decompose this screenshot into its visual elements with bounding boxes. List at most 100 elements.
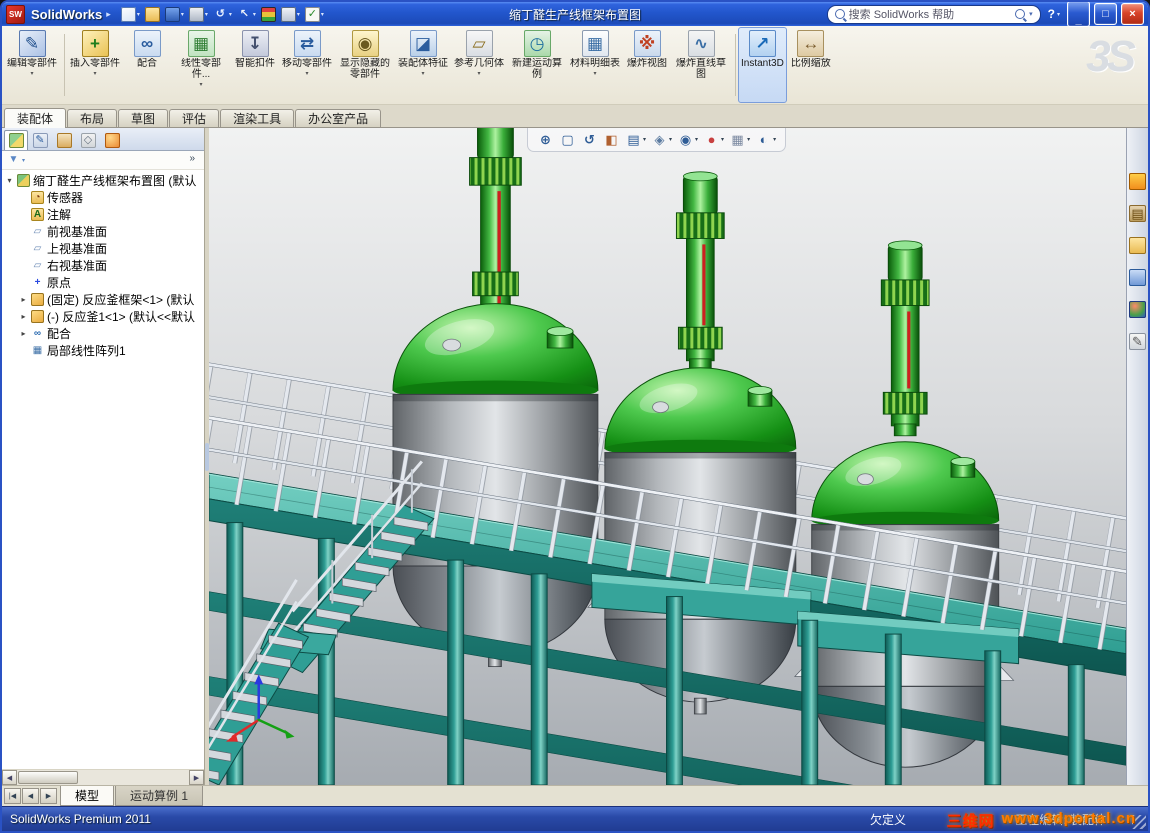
tree-item[interactable]: ▱ 前视基准面 [2,223,204,240]
view-tool-button[interactable]: ▢ ▾ [559,131,576,148]
panel-tab[interactable]: ◇ [76,130,100,150]
ribbon-tab-label: 装配体 [17,112,54,126]
view-tool-button[interactable]: ▤ ▾ [625,131,646,148]
panel-tab[interactable] [100,130,124,150]
view-tool-button[interactable]: ◉ ▾ [677,131,698,148]
quick-access-button[interactable]: ↖ ▾ [235,6,258,23]
ribbon-tab[interactable]: 评估 [169,109,220,127]
toolbar-button-label: 新建运动算例 [512,58,562,80]
view-tool-button[interactable]: ◐ ▾ [755,131,776,148]
close-button[interactable]: × [1121,3,1144,25]
task-pane-button[interactable] [1128,172,1147,191]
panel-tab[interactable] [4,130,28,150]
dropdown-caret-icon: ▾ [93,71,97,77]
tree-item[interactable]: ◔ 传感器 [2,189,204,206]
view-tool-button[interactable]: ⊕ ▾ [537,131,554,148]
tree-item[interactable]: ∞ 配合 [2,325,204,342]
select-arrow-icon: ↖ [239,7,249,20]
sheet-nav-button[interactable]: |◀ [4,788,21,804]
task-pane-button[interactable]: ✎ [1128,332,1147,351]
sheet-nav-button[interactable]: ▶ [40,788,57,804]
expand-caret-icon[interactable] [19,295,28,304]
tree-item[interactable]: (-) 反应釜1<1> (默认<<默认 [2,308,204,325]
scroll-right-button[interactable]: ▶ [189,770,204,785]
tree-item-label: 原点 [47,276,72,290]
sheet-tab[interactable]: 模型 [60,786,115,806]
menu-expand-arrow-icon[interactable]: ▸ [106,9,111,20]
dropdown-caret-icon[interactable]: ▾ [1029,10,1033,18]
tree-item[interactable]: ▱ 右视基准面 [2,257,204,274]
view-tool-button[interactable]: ● ▾ [703,131,724,148]
bom-icon: ▦ [581,30,609,57]
toolbar-button[interactable]: ◉ 显示隐藏的零部件 ▾ [335,27,395,103]
quick-access-button[interactable]: ▾ [143,6,162,23]
toolbar-button[interactable]: ↔ 比例缩放 ▾ [787,27,835,103]
mate-icon: ∞ [133,30,161,57]
panel-scrollbar[interactable]: ◀ ▶ [2,769,204,785]
toolbar-button[interactable]: ∞ 配合 ▾ [123,27,171,103]
scrollbar-track[interactable] [17,770,189,785]
titlebar[interactable]: SW SolidWorks ▸ ▾ ▾ ▾ ▾ [2,2,1148,27]
new-motion-study-icon: ◷ [523,30,551,57]
search-icon[interactable] [1015,9,1026,19]
restore-button[interactable]: □ [1094,3,1117,25]
task-pane: ▤ ✎ [1126,128,1148,785]
tree-item[interactable]: (固定) 反应釜框架<1> (默认 [2,291,204,308]
feature-tree-root[interactable]: 缩丁醛生产线框架布置图 (默认 [2,172,204,189]
toolbar-button[interactable]: ✎ 编辑零部件 ▾ [4,27,60,103]
quick-access-button[interactable]: ▾ [259,6,278,23]
property-manager-tab-icon: ✎ [32,133,48,148]
scrollbar-thumb[interactable] [18,771,78,784]
tree-item[interactable]: ▦ 局部线性阵列1 [2,342,204,359]
panel-tab[interactable] [52,130,76,150]
task-pane-button[interactable] [1128,300,1147,319]
ribbon-tab[interactable]: 装配体 [4,108,67,128]
toolbar-button[interactable]: ⇄ 移动零部件 ▾ [279,27,335,103]
quick-access-button[interactable]: ▾ [187,6,210,23]
toolbar-button[interactable]: ↧ 智能扣件 ▾ [231,27,279,103]
quick-access-button[interactable]: ▾ [119,6,142,23]
expand-caret-icon[interactable] [5,176,14,185]
help-button[interactable]: ? ▾ [1045,7,1063,21]
ribbon-tab[interactable]: 渲染工具 [220,109,295,127]
ribbon-tab[interactable]: 布局 [67,109,118,127]
tree-item[interactable]: ▱ 上视基准面 [2,240,204,257]
quick-access-button[interactable]: ✓ ▾ [303,6,326,23]
sheet-nav-button[interactable]: ◀ [22,788,39,804]
expand-caret-icon[interactable] [19,312,28,321]
graphics-viewport[interactable]: ⊕ ▾ ▢ ▾ ↺ ▾ ◧ ▾ ▤ ▾ ◈ [209,128,1126,785]
task-pane-button[interactable] [1128,236,1147,255]
task-pane-button[interactable]: ▤ [1128,204,1147,223]
toolbar-button[interactable]: ◷ 新建运动算例 ▾ [507,27,567,103]
toolbar-button[interactable]: ◪ 装配体特征 ▾ [395,27,451,103]
view-tool-button[interactable]: ▦ ▾ [729,131,750,148]
dropdown-caret-icon[interactable]: ▾ [22,157,25,164]
quick-access-button[interactable]: ▾ [163,6,186,23]
ribbon-tab[interactable]: 办公室产品 [295,109,382,127]
toolbar-button[interactable]: ▦ 材料明细表 ▾ [567,27,623,103]
view-tool-button[interactable]: ◈ ▾ [651,131,673,148]
3d-scene[interactable] [209,128,1126,785]
quick-access-button[interactable]: ↺ ▾ [211,6,234,23]
toolbar-button[interactable]: + 插入零部件 ▾ [64,27,123,103]
filter-icon[interactable]: ▼ [7,154,20,167]
quick-access-button[interactable]: ▾ [279,6,302,23]
panel-tab[interactable]: ✎ [28,130,52,150]
minimize-button[interactable]: _ [1067,2,1090,27]
view-tool-button[interactable]: ↺ ▾ [581,131,598,148]
ribbon-tab[interactable]: 草图 [118,109,169,127]
view-tool-button[interactable]: ◧ ▾ [603,131,620,148]
tree-item[interactable]: + 原点 [2,274,204,291]
toolbar-button[interactable]: ※ 爆炸视图 ▾ [623,27,671,103]
expand-caret-icon[interactable] [19,329,28,338]
panel-overflow-button[interactable]: » [185,153,199,167]
sheet-tab[interactable]: 运动算例 1 [115,786,204,806]
help-search-input[interactable]: 搜索 SolidWorks 帮助 ▾ [826,4,1041,24]
scroll-left-button[interactable]: ◀ [2,770,17,785]
toolbar-button[interactable]: ▱ 参考几何体 ▾ [451,27,507,103]
toolbar-button[interactable]: ↗ Instant3D ▾ [735,27,787,103]
toolbar-button[interactable]: ∿ 爆炸直线草图 ▾ [671,27,731,103]
toolbar-button[interactable]: ▦ 线性零部件... ▾ [171,27,231,103]
task-pane-button[interactable] [1128,268,1147,287]
tree-item[interactable]: A 注解 [2,206,204,223]
